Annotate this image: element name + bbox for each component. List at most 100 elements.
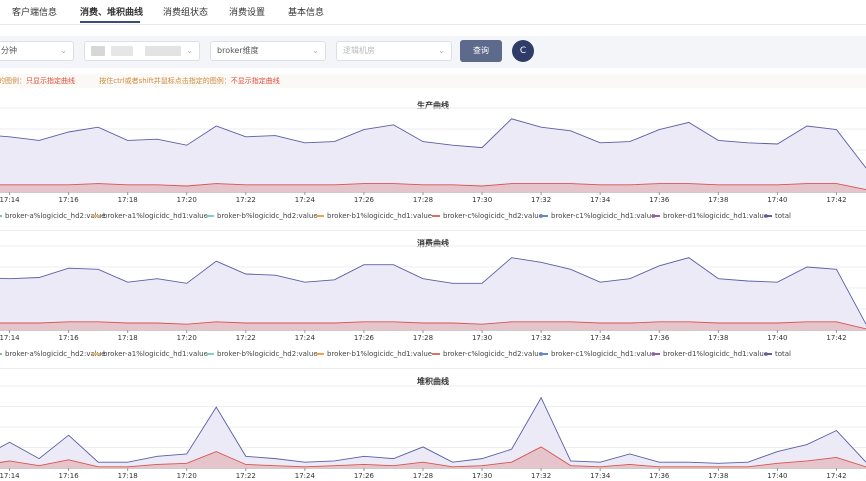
x-tick-label: 17:42: [826, 334, 847, 342]
divider: [0, 230, 866, 231]
x-tick-label: 17:22: [235, 334, 256, 342]
legend-label: broker-b%logicidc_hd2:value: [217, 350, 318, 358]
chevron-down-icon: ⌄: [438, 46, 445, 55]
x-tick-label: 17:42: [826, 472, 847, 480]
x-tick-label: 17:20: [176, 334, 197, 342]
legend-item[interactable]: broker-a1%logicidc_hd1:value: [92, 212, 208, 220]
x-tick-label: 17:16: [58, 334, 79, 342]
legend-swatch: [92, 215, 100, 217]
series-area-total: [0, 118, 866, 192]
x-tick-label: 17:22: [235, 196, 256, 204]
redacted-block: [91, 46, 105, 56]
legend-label: broker-c1%logicidc_hd1:value: [551, 350, 656, 358]
legend-swatch: [540, 215, 548, 217]
legend-swatch: [0, 353, 2, 355]
series-area-total: [0, 397, 866, 468]
x-tick-label: 17:26: [353, 334, 375, 342]
divider: [0, 368, 866, 369]
x-tick-label: 17:24: [294, 196, 315, 204]
x-tick-label: 17:16: [58, 472, 79, 480]
legend-swatch: [0, 215, 2, 217]
tab-basic-info[interactable]: 基本信息: [288, 5, 324, 18]
hint-prefix-2: 按住ctrl或者shift并鼠标点击指定的图例：: [99, 77, 231, 85]
x-tick-label: 17:14: [0, 196, 20, 204]
x-tick-label: 17:20: [176, 196, 197, 204]
topic-select-redacted[interactable]: ⌄: [84, 41, 200, 61]
x-tick-label: 17:28: [412, 334, 434, 342]
tab-consume-settings[interactable]: 消费设置: [229, 5, 265, 18]
legend-item[interactable]: broker-d1%logicidc_hd1:value: [652, 350, 768, 358]
legend-item[interactable]: broker-c1%logicidc_hd1:value: [540, 212, 655, 220]
legend-item[interactable]: broker-c1%logicidc_hd1:value: [540, 350, 655, 358]
hint-hide: 不显示指定曲线: [230, 77, 280, 85]
legend-item[interactable]: broker-b1%logicidc_hd1:value: [316, 350, 432, 358]
legend-label: total: [775, 350, 792, 358]
hint-prefix-1: 的图例：: [0, 77, 26, 85]
x-tick-label: 17:36: [649, 196, 670, 204]
chart-legend: broker-a%logicidc_hd2:value broker-a1%log…: [0, 212, 866, 224]
consumption-chart[interactable]: [0, 245, 866, 333]
logic-idc-placeholder: 逻辑机房: [343, 46, 375, 55]
x-tick-label: 17:38: [708, 472, 729, 480]
legend-item[interactable]: broker-c%logicidc_hd2:value: [432, 350, 543, 358]
legend-swatch: [432, 353, 440, 355]
legend-swatch: [540, 353, 548, 355]
chevron-down-icon: ⌄: [312, 46, 319, 55]
logic-idc-select[interactable]: 逻辑机房 ⌄: [336, 41, 452, 61]
chevron-down-icon: ⌄: [186, 46, 193, 55]
legend-item[interactable]: broker-b1%logicidc_hd1:value: [316, 212, 432, 220]
tab-consume-backlog-curves[interactable]: 消费、堆积曲线: [80, 5, 143, 18]
x-tick-label: 17:26: [353, 472, 375, 480]
legend-item[interactable]: broker-b%logicidc_hd2:value: [206, 212, 318, 220]
tab-bar: 客户端信息 消费、堆积曲线 消费组状态 消费设置 基本信息: [0, 0, 866, 25]
production-chart[interactable]: [0, 107, 866, 196]
legend-item[interactable]: broker-a%logicidc_hd2:value: [0, 350, 105, 358]
legend-label: total: [775, 212, 792, 220]
chevron-down-icon: ⌄: [60, 46, 67, 55]
legend-label: broker-c%logicidc_hd2:value: [443, 212, 544, 220]
x-tick-label: 17:30: [471, 196, 493, 204]
legend-item[interactable]: total: [764, 212, 791, 220]
broker-dimension-value: broker维度: [217, 46, 259, 55]
tab-client-info[interactable]: 客户端信息: [12, 5, 57, 18]
chart-legend: broker-a%logicidc_hd2:value broker-a1%log…: [0, 350, 866, 362]
x-tick-label: 17:30: [471, 334, 493, 342]
backlog-chart[interactable]: [0, 385, 866, 471]
series-area-total: [0, 257, 866, 330]
legend-item[interactable]: broker-d1%logicidc_hd1:value: [652, 212, 768, 220]
legend-label: broker-c%logicidc_hd2:value: [443, 350, 544, 358]
x-tick-label: 17:36: [649, 334, 670, 342]
x-tick-label: 17:38: [708, 196, 729, 204]
active-tab-underline: [80, 21, 140, 23]
legend-item[interactable]: broker-a1%logicidc_hd1:value: [92, 350, 208, 358]
x-tick-label: 17:40: [767, 334, 788, 342]
refresh-icon[interactable]: C: [512, 40, 534, 62]
filter-toolbar: 分钟 ⌄ ⌄ broker维度 ⌄ 逻辑机房 ⌄: [0, 36, 866, 68]
x-tick-label: 17:16: [58, 196, 79, 204]
x-tick-label: 17:34: [590, 196, 611, 204]
legend-label: broker-c1%logicidc_hd1:value: [551, 212, 656, 220]
x-tick-label: 17:26: [353, 196, 375, 204]
legend-swatch: [432, 215, 440, 217]
legend-item[interactable]: total: [764, 350, 791, 358]
hint-only-show: 只显示指定曲线: [26, 77, 75, 85]
legend-label: broker-d1%logicidc_hd1:value: [663, 350, 769, 358]
redacted-block: [111, 46, 133, 56]
tab-consumer-group-status[interactable]: 消费组状态: [163, 5, 208, 18]
x-tick-label: 17:24: [294, 334, 315, 342]
legend-swatch: [316, 353, 324, 355]
broker-dimension-select[interactable]: broker维度 ⌄: [210, 41, 326, 61]
legend-item[interactable]: broker-b%logicidc_hd2:value: [206, 350, 318, 358]
x-tick-label: 17:28: [412, 472, 434, 480]
x-tick-label: 17:28: [412, 196, 434, 204]
x-tick-label: 17:24: [294, 472, 315, 480]
legend-swatch: [206, 353, 214, 355]
query-button[interactable]: 查询: [460, 40, 502, 62]
x-tick-label: 17:32: [531, 472, 552, 480]
x-tick-label: 17:32: [531, 196, 552, 204]
legend-swatch: [316, 215, 324, 217]
x-tick-label: 17:30: [471, 472, 493, 480]
time-granularity-select[interactable]: 分钟 ⌄: [0, 41, 74, 61]
legend-item[interactable]: broker-a%logicidc_hd2:value: [0, 212, 105, 220]
legend-item[interactable]: broker-c%logicidc_hd2:value: [432, 212, 543, 220]
